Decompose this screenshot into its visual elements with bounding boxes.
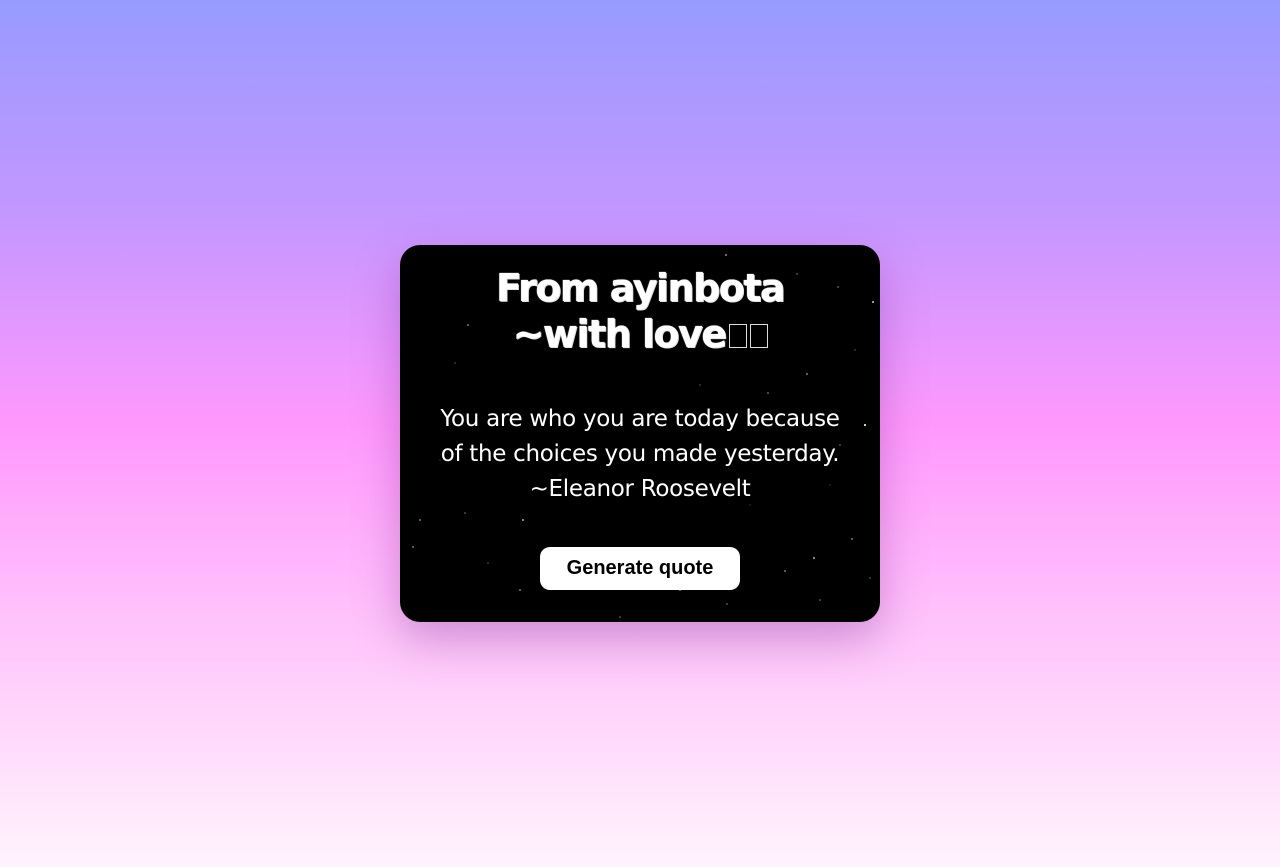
quote-line-2: of the choices you made yesterday. xyxy=(440,441,840,467)
missing-glyph-icon xyxy=(728,324,747,348)
quote-card: From ayinbota ~with love You are who you… xyxy=(400,245,880,622)
heading-line-2: ~with love xyxy=(400,311,880,357)
generate-quote-button[interactable]: Generate quote xyxy=(540,547,740,590)
missing-glyph-icon xyxy=(749,324,768,348)
quote-text: You are who you are today because of the… xyxy=(400,402,880,507)
card-heading: From ayinbota ~with love xyxy=(400,265,880,357)
heading-line-2-text: ~with love xyxy=(512,312,727,356)
quote-author: ~Eleanor Roosevelt xyxy=(529,476,751,502)
heading-line-1: From ayinbota xyxy=(495,266,786,310)
quote-line-1: You are who you are today because xyxy=(440,406,840,432)
